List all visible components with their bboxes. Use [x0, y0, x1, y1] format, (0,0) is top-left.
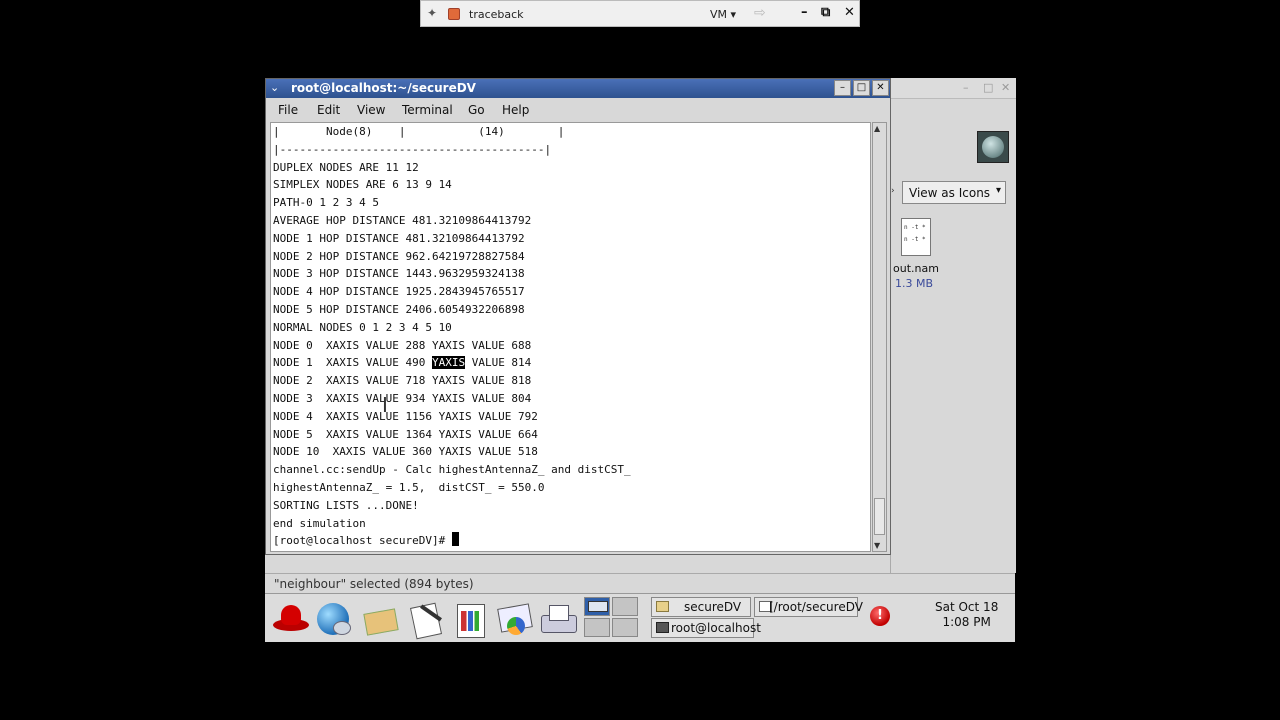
terminal-line: NODE 5 HOP DISTANCE 2406.6054932206898	[273, 302, 525, 316]
terminal-line: NODE 4 HOP DISTANCE 1925.2843945765517	[273, 285, 525, 299]
terminal-line: NODE 4 XAXIS VALUE 1156 YAXIS VALUE 792	[273, 409, 538, 423]
terminal-output[interactable]: | Node(8) | (14) | |---------------------…	[270, 122, 871, 552]
task-label: [/root/secureDV	[769, 600, 863, 614]
restore-button[interactable]: ⧉	[821, 5, 830, 20]
menu-edit[interactable]: Edit	[317, 103, 340, 117]
terminal-line: channel.cc:sendUp - Calc highestAntennaZ…	[273, 463, 631, 477]
chevron-right-icon: ›	[891, 186, 895, 196]
file-name[interactable]: out.nam	[893, 262, 939, 275]
scrollbar-thumb[interactable]	[874, 498, 885, 535]
task-label: root@localhost	[671, 621, 761, 635]
window-menu-icon[interactable]: ⌄	[270, 81, 279, 94]
terminal-line: NODE 1 XAXIS VALUE 490 YAXIS VALUE 814	[273, 356, 532, 370]
terminal-line: NODE 2 XAXIS VALUE 718 YAXIS VALUE 818	[273, 374, 532, 388]
close-button[interactable]: ✕	[872, 80, 889, 96]
terminal-line: NODE 10 XAXIS VALUE 360 YAXIS VALUE 518	[273, 445, 538, 459]
terminal-line: NODE 2 HOP DISTANCE 962.64219728827584	[273, 249, 525, 263]
bottom-panel: secureDV [/root/secureDV root@localhost …	[265, 593, 1015, 642]
terminal-line: highestAntennaZ_ = 1.5, distCST_ = 550.0	[273, 480, 545, 494]
app-icon	[448, 8, 460, 20]
terminal-scrollbar[interactable]: ▲ ▼	[872, 122, 887, 552]
forward-icon[interactable]: ⇨	[754, 5, 766, 21]
presentation-icon[interactable]	[493, 601, 533, 637]
web-browser-icon[interactable]	[311, 601, 351, 637]
task-button-file-browser[interactable]: [/root/secureDV	[754, 597, 863, 617]
clock-time: 1:08 PM	[942, 615, 991, 629]
terminal-line: PATH-0 1 2 3 4 5	[273, 196, 379, 210]
close-button[interactable]: ✕	[844, 5, 855, 20]
menu-view[interactable]: View	[357, 103, 385, 117]
workspace-switcher	[584, 597, 640, 639]
terminal-line: |---------------------------------------…	[273, 142, 552, 156]
session-title: traceback	[469, 8, 524, 21]
file-size: 1.3 MB	[895, 277, 934, 290]
menu-file[interactable]: File	[278, 103, 298, 117]
chevron-down-icon: ▾	[995, 185, 1001, 196]
terminal-line: NODE 0 XAXIS VALUE 288 YAXIS VALUE 688	[273, 338, 532, 352]
desktop: – □ ✕ › View as Icons ▾ n -t * n -t * ou…	[265, 78, 1016, 642]
workspace-2[interactable]	[612, 597, 638, 616]
menu-help[interactable]: Help	[502, 103, 529, 117]
terminal-window: ⌄ root@localhost:~/secureDV – □ ✕ File E…	[265, 78, 891, 555]
view-mode-select[interactable]: View as Icons ▾	[902, 181, 1006, 204]
selected-text[interactable]: YAXIS	[431, 356, 466, 370]
menu-go[interactable]: Go	[468, 103, 485, 117]
maximize-button[interactable]: □	[983, 81, 993, 94]
text-cursor-icon: I	[382, 393, 388, 417]
print-manager-icon[interactable]	[537, 601, 577, 637]
clock[interactable]: Sat Oct 18 1:08 PM	[935, 600, 998, 630]
redhat-menu-icon[interactable]	[269, 601, 309, 637]
text-editor-icon[interactable]	[405, 601, 445, 637]
email-icon[interactable]	[359, 601, 399, 637]
terminal-line: SORTING LISTS ...DONE!	[273, 498, 419, 512]
close-button[interactable]: ✕	[1001, 81, 1010, 94]
remote-session-bar: ✦ traceback VM ▾ ⇨ – ⧉ ✕	[420, 0, 860, 27]
file-preview-line: n -t *	[904, 236, 926, 243]
workspace-1[interactable]	[584, 597, 610, 616]
text-file-icon[interactable]: n -t * n -t *	[901, 218, 931, 256]
status-text: "neighbour" selected (894 bytes)	[274, 577, 474, 591]
terminal-line: NODE 3 XAXIS VALUE 934 YAXIS VALUE 804	[273, 391, 532, 405]
minimize-button[interactable]: –	[963, 81, 969, 94]
file-manager-titlebar: – □ ✕	[891, 78, 1016, 99]
scroll-down-icon[interactable]: ▼	[874, 541, 880, 550]
terminal-line: NODE 3 HOP DISTANCE 1443.9632959324138	[273, 267, 525, 281]
file-manager-window: – □ ✕ › View as Icons ▾ n -t * n -t * ou…	[890, 78, 1016, 573]
file-preview-line: n -t *	[904, 224, 926, 231]
terminal-icon	[656, 622, 669, 633]
terminal-line: | Node(8) | (14) |	[273, 125, 565, 138]
terminal-line: NODE 5 XAXIS VALUE 1364 YAXIS VALUE 664	[273, 427, 538, 441]
terminal-line: NODE 1 HOP DISTANCE 481.32109864413792	[273, 231, 525, 245]
minimize-button[interactable]: –	[801, 5, 808, 20]
view-mode-label: View as Icons	[909, 186, 991, 200]
spreadsheet-icon[interactable]	[449, 601, 489, 638]
folder-icon	[656, 601, 669, 612]
maximize-button[interactable]: □	[853, 80, 870, 96]
terminal-lines: | Node(8) | (14) | |---------------------…	[273, 123, 631, 550]
task-button-securedv[interactable]: secureDV	[651, 597, 751, 617]
terminal-titlebar[interactable]: ⌄ root@localhost:~/secureDV – □ ✕	[266, 79, 890, 98]
workspace-3[interactable]	[584, 618, 610, 637]
window-title: root@localhost:~/secureDV	[291, 81, 476, 95]
terminal-line: end simulation	[273, 516, 366, 530]
workspace-4[interactable]	[612, 618, 638, 637]
terminal-line: NORMAL NODES 0 1 2 3 4 5 10	[273, 320, 452, 334]
menu-terminal[interactable]: Terminal	[402, 103, 453, 117]
pin-icon[interactable]: ✦	[427, 6, 437, 20]
terminal-line: [root@localhost secureDV]#	[273, 532, 631, 550]
terminal-line: DUPLEX NODES ARE 11 12	[273, 160, 419, 174]
alert-icon[interactable]: !	[870, 606, 890, 626]
status-bar: "neighbour" selected (894 bytes)	[265, 573, 1015, 594]
scroll-up-icon[interactable]: ▲	[874, 124, 880, 133]
terminal-line: AVERAGE HOP DISTANCE 481.32109864413792	[273, 213, 532, 227]
task-button-terminal[interactable]: root@localhost	[651, 618, 761, 638]
throbber-icon	[977, 131, 1009, 163]
terminal-menubar: File Edit View Terminal Go Help	[266, 99, 890, 121]
terminal-line: SIMPLEX NODES ARE 6 13 9 14	[273, 178, 452, 192]
task-label: secureDV	[684, 600, 742, 614]
minimize-button[interactable]: –	[834, 80, 851, 96]
clock-date: Sat Oct 18	[935, 600, 999, 614]
terminal-cursor	[451, 532, 459, 547]
vm-menu-button[interactable]: VM ▾	[710, 8, 736, 21]
